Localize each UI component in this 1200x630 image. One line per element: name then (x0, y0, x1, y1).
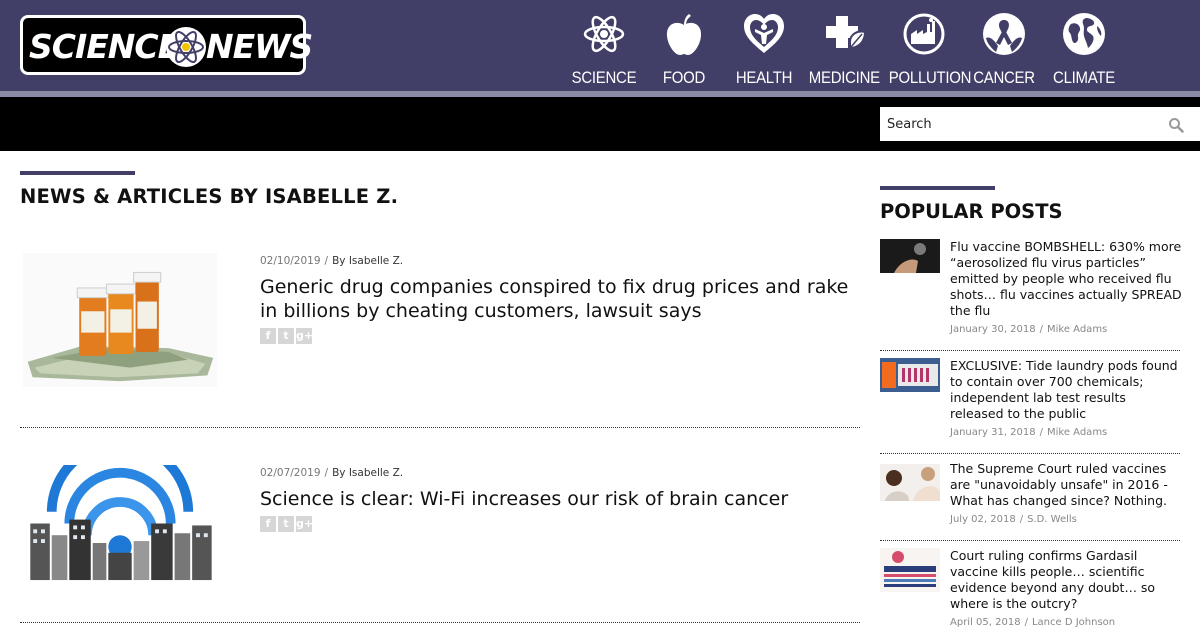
post-meta: April 05, 2018/ Lance D Johnson (950, 617, 1115, 628)
meta-separator: / (1024, 617, 1028, 628)
atom-icon (583, 15, 625, 53)
search-icon[interactable] (1168, 117, 1184, 133)
post-title[interactable]: Flu vaccine BOMBSHELL: 630% more “aeroso… (950, 239, 1182, 319)
post-author[interactable]: Mike Adams (1047, 324, 1107, 335)
sidebar-title: POPULAR POSTS (880, 200, 1063, 223)
meta-separator: / (324, 467, 329, 479)
post-divider (880, 453, 1180, 454)
post-divider (880, 540, 1180, 541)
article-divider (20, 427, 860, 428)
post-thumbnail[interactable] (880, 239, 940, 273)
post-meta: January 30, 2018/ Mike Adams (950, 324, 1107, 335)
search-input[interactable] (880, 107, 1160, 141)
nav-label: CLIMATE (1053, 68, 1115, 87)
nav-item-medicine[interactable]: MEDICINE (804, 8, 884, 92)
nav-label: POLLUTION (888, 68, 972, 87)
post-meta: July 02, 2018/S.D. Wells (950, 514, 1077, 525)
twitter-share-button[interactable]: t (278, 328, 294, 344)
article-headline[interactable]: Science is clear: Wi-Fi increases our ri… (260, 487, 860, 511)
logo-text-left: SCIENCE (29, 27, 180, 66)
post-date: January 31, 2018 (950, 427, 1036, 438)
logo-atom-icon (166, 27, 206, 67)
facebook-icon: f (265, 517, 271, 530)
sidebar-accent-rule (880, 186, 995, 190)
article-author[interactable]: By Isabelle Z. (332, 467, 403, 479)
article-meta: 02/07/2019/By Isabelle Z. (260, 467, 403, 479)
site-header: SCIENCE NEWS SCIENCE FOOD HEALTH MEDICIN… (0, 0, 1200, 91)
googleplus-icon: g+ (296, 329, 314, 342)
share-buttons: f t g+ (260, 516, 314, 532)
article-divider (20, 622, 860, 623)
page-title: NEWS & ARTICLES BY ISABELLE Z. (20, 185, 399, 208)
site-logo[interactable]: SCIENCE NEWS (20, 15, 313, 75)
nav-item-health[interactable]: HEALTH (724, 8, 804, 92)
facebook-share-button[interactable]: f (260, 328, 276, 344)
post-date: January 30, 2018 (950, 324, 1036, 335)
meta-separator: / (1039, 427, 1043, 438)
nav-label: FOOD (662, 68, 706, 87)
article-headline[interactable]: Generic drug companies conspired to fix … (260, 275, 860, 323)
article-thumbnail[interactable] (20, 465, 220, 582)
article-thumbnail[interactable] (20, 253, 220, 387)
post-author[interactable]: S.D. Wells (1027, 514, 1077, 525)
nav-label: CANCER (973, 68, 1035, 87)
logo-text-right: NEWS (206, 27, 313, 66)
post-title[interactable]: EXCLUSIVE: Tide laundry pods found to co… (950, 358, 1182, 422)
article-item: 02/07/2019/By Isabelle Z. Science is cle… (20, 462, 860, 592)
search-box[interactable] (880, 107, 1200, 141)
facebook-share-button[interactable]: f (260, 516, 276, 532)
meta-separator: / (1039, 324, 1043, 335)
meta-separator: / (1019, 514, 1024, 525)
nav-item-cancer[interactable]: CANCER (964, 8, 1044, 92)
post-thumbnail[interactable] (880, 461, 940, 501)
twitter-icon: t (283, 517, 289, 530)
meta-separator: / (324, 255, 329, 267)
share-buttons: f t g+ (260, 328, 314, 344)
post-title[interactable]: The Supreme Court ruled vaccines are "un… (950, 461, 1182, 509)
twitter-icon: t (283, 329, 289, 342)
facebook-icon: f (265, 329, 271, 342)
article-date: 02/10/2019 (260, 255, 321, 267)
apple-icon (666, 14, 702, 55)
nav-label: HEALTH (735, 68, 793, 87)
twitter-share-button[interactable]: t (278, 516, 294, 532)
post-meta: January 31, 2018/ Mike Adams (950, 427, 1107, 438)
article-meta: 02/10/2019/By Isabelle Z. (260, 255, 403, 267)
main-nav: SCIENCE FOOD HEALTH MEDICINE POLLUTION C… (564, 8, 1124, 92)
nav-item-science[interactable]: SCIENCE (564, 8, 644, 92)
post-title[interactable]: Court ruling confirms Gardasil vaccine k… (950, 548, 1182, 612)
nav-item-pollution[interactable]: POLLUTION (884, 8, 972, 92)
heart-icon (744, 14, 784, 53)
medical-cross-icon (826, 16, 866, 50)
post-date: July 02, 2018 (950, 514, 1016, 525)
article-author[interactable]: By Isabelle Z. (332, 255, 403, 267)
googleplus-share-button[interactable]: g+ (296, 328, 314, 344)
post-date: April 05, 2018 (950, 617, 1021, 628)
article-item: 02/10/2019/By Isabelle Z. Generic drug c… (20, 250, 860, 400)
post-thumbnail[interactable] (880, 548, 940, 592)
nav-item-food[interactable]: FOOD (644, 8, 724, 92)
googleplus-icon: g+ (296, 517, 314, 530)
factory-icon (903, 13, 945, 55)
nav-item-climate[interactable]: CLIMATE (1044, 8, 1124, 92)
post-divider (880, 350, 1180, 351)
post-author[interactable]: Mike Adams (1047, 427, 1107, 438)
cancer-ribbon-icon (983, 13, 1025, 55)
nav-label: SCIENCE (571, 68, 637, 87)
article-date: 02/07/2019 (260, 467, 321, 479)
post-author[interactable]: Lance D Johnson (1032, 617, 1115, 628)
title-accent-rule (20, 171, 135, 175)
googleplus-share-button[interactable]: g+ (296, 516, 314, 532)
post-thumbnail[interactable] (880, 358, 940, 392)
globe-icon (1063, 13, 1105, 55)
nav-label: MEDICINE (808, 68, 880, 87)
